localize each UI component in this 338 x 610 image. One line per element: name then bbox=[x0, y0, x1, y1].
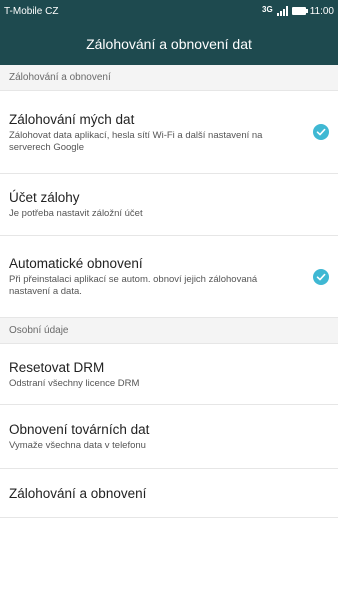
setting-subtitle: Je potřeba nastavit záložní účet bbox=[9, 208, 143, 219]
setting-title: Obnovení továrních dat bbox=[9, 422, 150, 437]
setting-backup-account[interactable]: Účet zálohy Je potřeba nastavit záložní … bbox=[0, 174, 338, 236]
signal-icon bbox=[276, 6, 288, 16]
status-icons: 3G 11:00 bbox=[262, 4, 334, 17]
setting-subtitle: Vymaže všechna data v telefonu bbox=[9, 440, 146, 451]
setting-backup-my-data[interactable]: Zálohování mých dat Zálohovat data aplik… bbox=[0, 91, 338, 174]
setting-subtitle: Zálohovat data aplikací, hesla sítí Wi-F… bbox=[9, 129, 263, 153]
section-header-label: Osobní údaje bbox=[9, 325, 69, 336]
section-header-backup: Zálohování a obnovení bbox=[0, 65, 338, 91]
section-header-personal: Osobní údaje bbox=[0, 318, 338, 344]
status-bar: T-Mobile CZ 3G 11:00 bbox=[0, 0, 338, 22]
check-circle-icon[interactable] bbox=[313, 268, 329, 285]
network-type-label: 3G bbox=[262, 4, 273, 14]
app-bar: Zálohování a obnovení dat bbox=[0, 22, 338, 65]
setting-title: Zálohování a obnovení bbox=[9, 485, 147, 501]
setting-title: Účet zálohy bbox=[9, 190, 80, 205]
carrier-label: T-Mobile CZ bbox=[4, 5, 59, 17]
setting-title: Resetovat DRM bbox=[9, 359, 105, 375]
setting-subtitle: Při přeinstalaci aplikací se autom. obno… bbox=[9, 274, 258, 297]
battery-icon bbox=[291, 7, 308, 15]
setting-subtitle: Odstraní všechny licence DRM bbox=[9, 377, 140, 389]
page-title: Zálohování a obnovení dat bbox=[86, 35, 252, 52]
clock: 11:00 bbox=[309, 5, 334, 17]
setting-auto-restore[interactable]: Automatické obnovení Při přeinstalaci ap… bbox=[0, 236, 338, 318]
setting-backup-restore[interactable]: Zálohování a obnovení bbox=[0, 469, 338, 518]
setting-reset-drm[interactable]: Resetovat DRM Odstraní všechny licence D… bbox=[0, 344, 338, 405]
check-circle-icon[interactable] bbox=[313, 124, 329, 140]
setting-factory-reset[interactable]: Obnovení továrních dat Vymaže všechna da… bbox=[0, 405, 338, 469]
setting-title: Zálohování mých dat bbox=[9, 111, 135, 127]
setting-title: Automatické obnovení bbox=[9, 256, 143, 271]
section-header-label: Zálohování a obnovení bbox=[9, 72, 111, 83]
